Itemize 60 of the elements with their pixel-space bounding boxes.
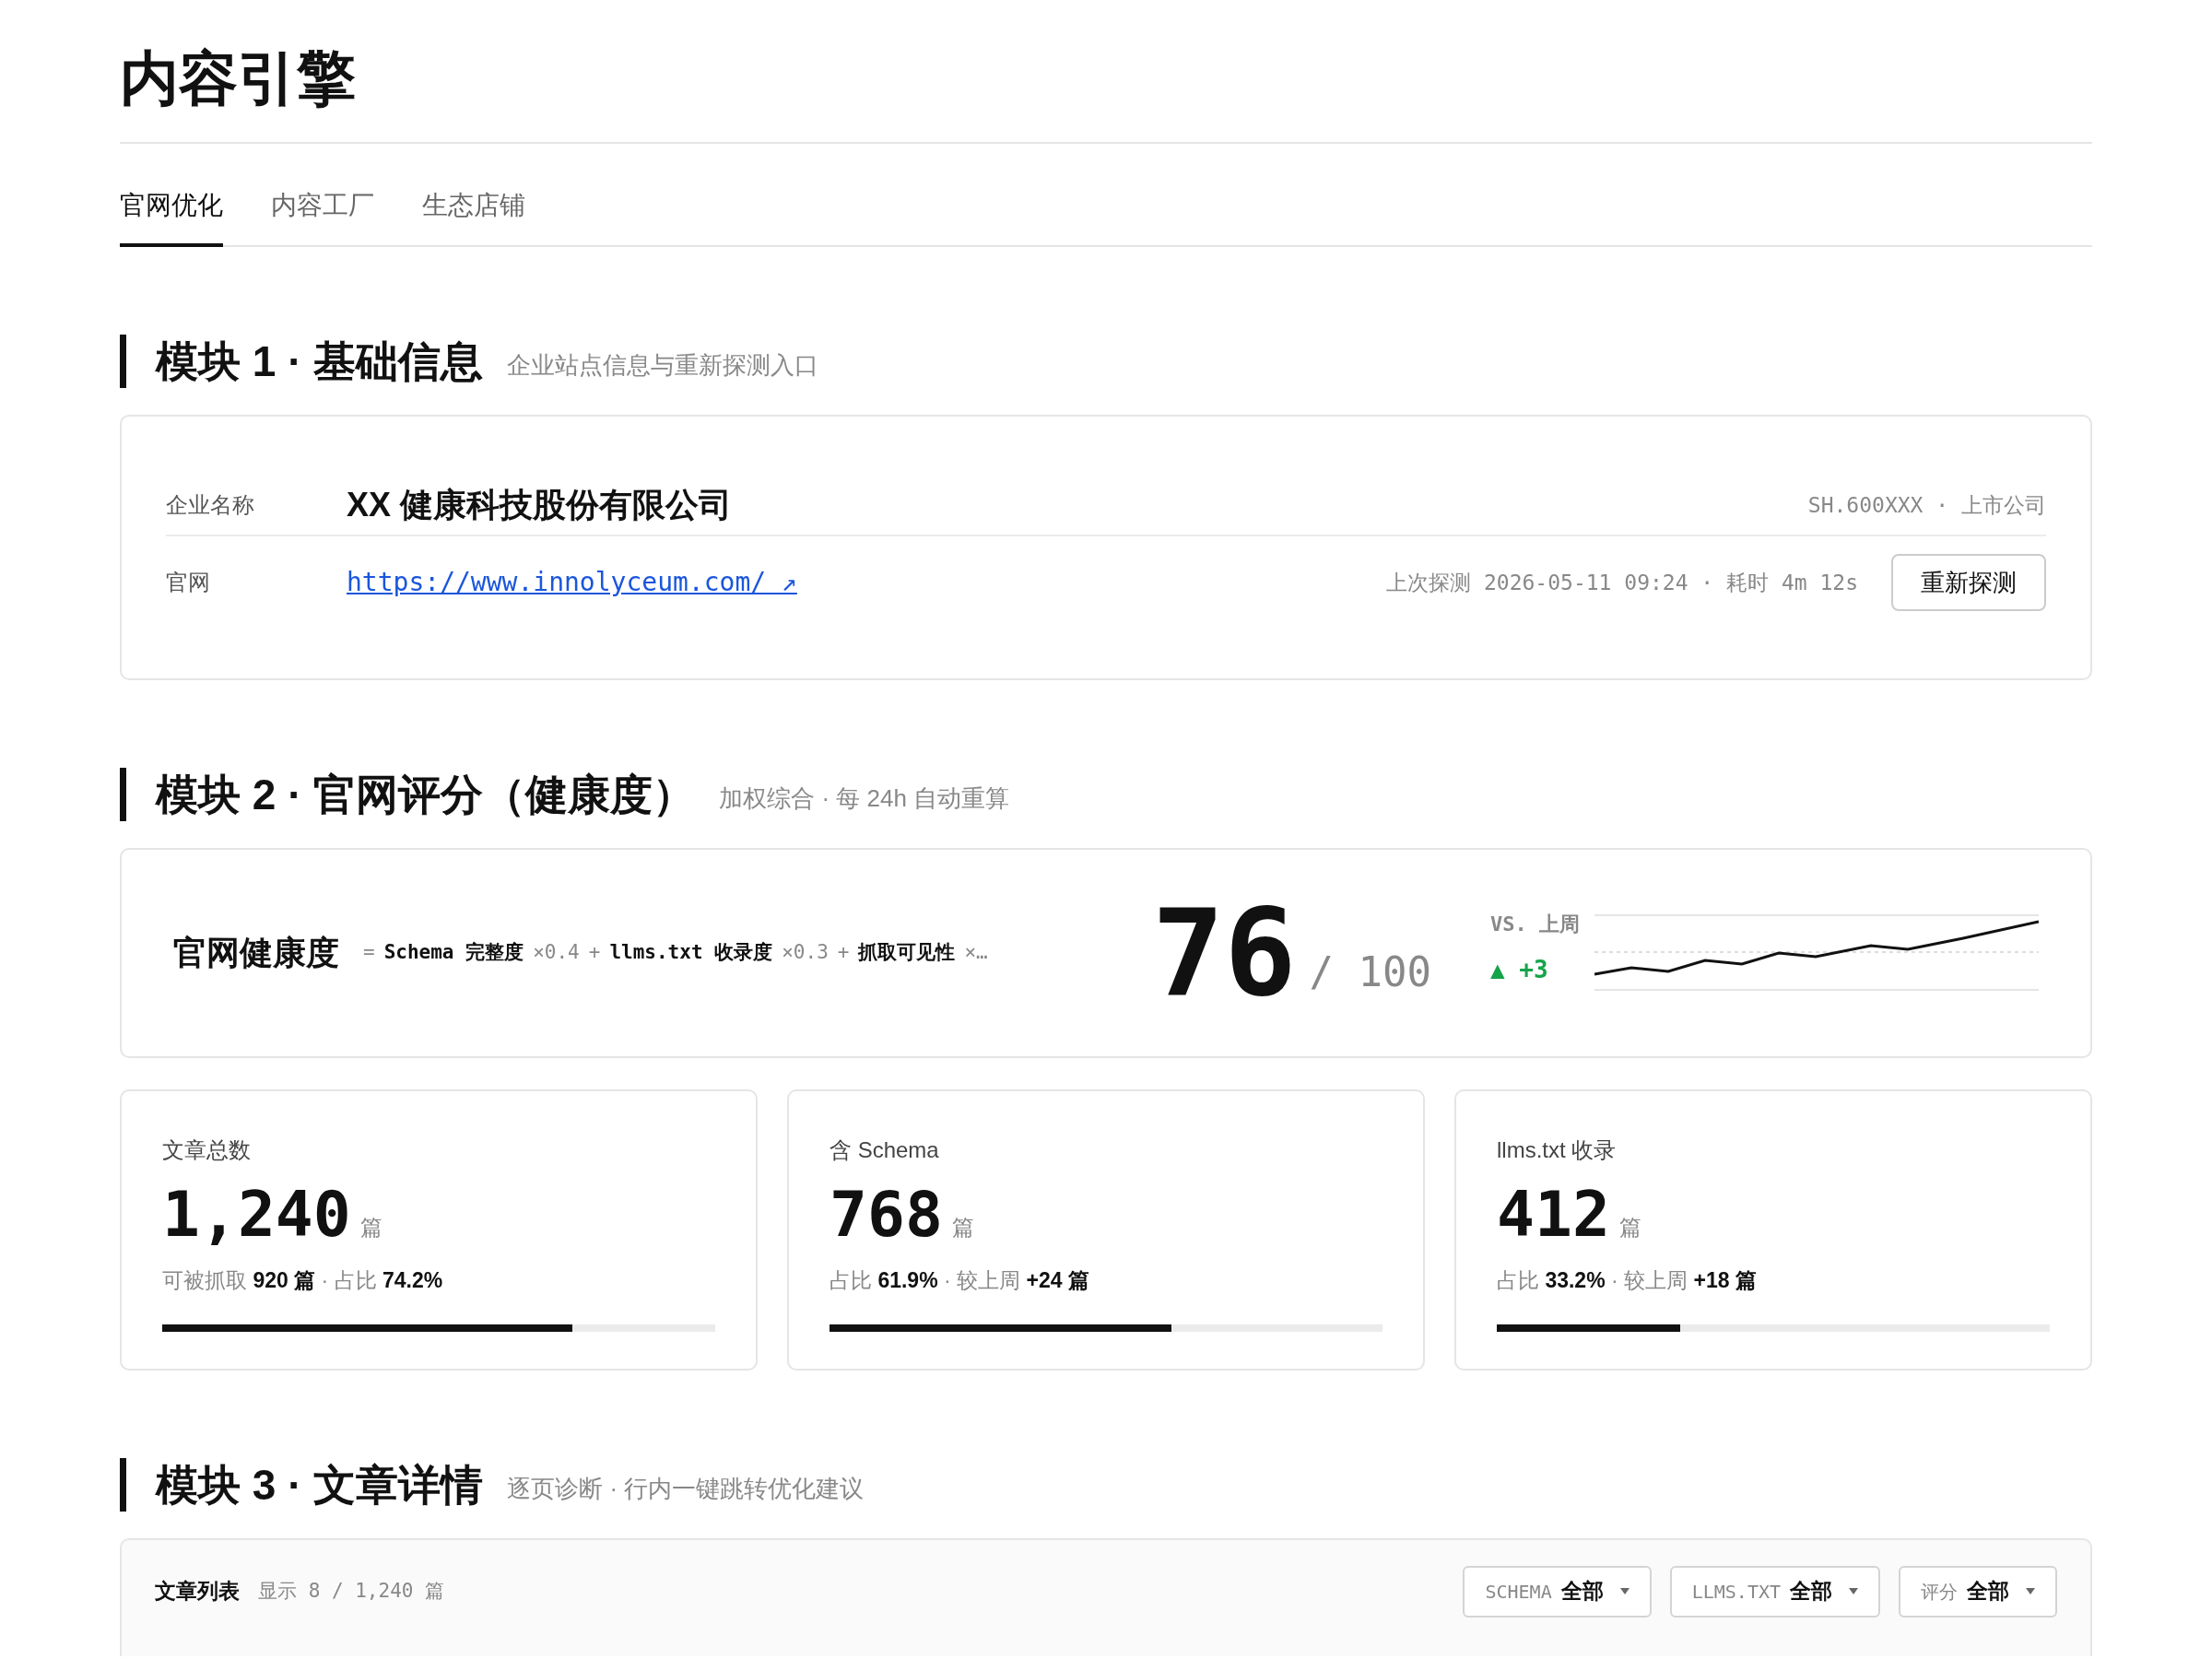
formula-term: 抓取可见性 [858, 940, 956, 966]
formula-weight: ×0.3 [782, 940, 829, 966]
section-subtitle: 加权综合 · 每 24h 自动重算 [719, 783, 1010, 814]
stat-detail: 可被抓取 920 篇 · 占比 74.2% [162, 1267, 444, 1294]
formula-weight: ×0.4 [533, 940, 580, 966]
section-subtitle: 逐页诊断 · 行内一键跳转优化建议 [507, 1473, 865, 1504]
stat-unit: 篇 [1618, 1214, 1641, 1241]
score-value: 76 [1152, 893, 1297, 1013]
company-meta: SH.600XXX · 上市公司 [1807, 491, 2046, 519]
stat-detail: 占比 33.2% · 较上周 +18 篇 [1497, 1267, 1758, 1294]
filter-label: 评分 [1921, 1579, 1958, 1605]
stat-label: 文章总数 [162, 1136, 252, 1164]
reprobe-button[interactable]: 重新探测 [1891, 554, 2046, 611]
stat-unit: 篇 [951, 1214, 974, 1241]
stat-label: llms.txt 收录 [1497, 1136, 1618, 1164]
stat-detail: 占比 61.9% · 较上周 +24 篇 [830, 1267, 1090, 1294]
caret-icon [1619, 1588, 1630, 1594]
section-heading: 模块 1 · 基础信息 [156, 336, 484, 387]
formula-operator: = [363, 940, 375, 966]
score-label: 官网健康度 [173, 933, 339, 973]
tab[interactable]: 内容工厂 [271, 186, 374, 247]
website-link[interactable]: https://www.innolyceum.com/ ↗ [347, 563, 797, 602]
stat-label: 含 Schema [830, 1136, 940, 1164]
heading-bar [120, 335, 126, 388]
field-label: 企业名称 [166, 491, 255, 519]
stat-value: 768 [830, 1182, 943, 1248]
formula-term: Schema 完整度 [383, 940, 524, 966]
filter-value: 全部 [1967, 1578, 2009, 1606]
company-name: XX 健康科技股份有限公司 [347, 485, 733, 525]
filter-dropdown[interactable]: 评分 全部 [1899, 1565, 2057, 1618]
score-max: / 100 [1309, 947, 1431, 997]
filter-label: LLMS.TXT [1691, 1579, 1781, 1605]
tab[interactable]: 生态店铺 [422, 186, 525, 247]
caret-icon [2026, 1588, 2035, 1594]
heading-bar [120, 1457, 126, 1512]
score-delta: ▲ +3 [1490, 955, 1549, 985]
list-count: 显示 8 / 1,240 篇 [258, 1578, 445, 1604]
filter-value: 全部 [1790, 1578, 1832, 1606]
caret-icon [1849, 1588, 1858, 1594]
stat-value: 1,240 [162, 1182, 351, 1248]
filter-label: SCHEMA [1485, 1579, 1552, 1605]
list-title: 文章列表 [155, 1578, 240, 1606]
heading-bar [120, 768, 126, 821]
filter-value: 全部 [1560, 1578, 1604, 1606]
formula-weight: ×… [964, 940, 988, 966]
compare-label: VS. 上周 [1490, 912, 1580, 937]
stat-value: 412 [1497, 1182, 1610, 1248]
probe-info: 上次探测 2026-05-11 09:24 · 耗时 4m 12s [1386, 569, 1858, 596]
page-title: 内容引擎 [120, 37, 2092, 144]
formula-operator: + [588, 940, 601, 966]
field-label: 官网 [166, 569, 211, 596]
section-heading: 模块 3 · 文章详情 [156, 1459, 484, 1511]
filter-dropdown[interactable]: LLMS.TXT 全部 [1669, 1565, 1880, 1618]
filter-dropdown[interactable]: SCHEMA 全部 [1463, 1565, 1652, 1618]
formula-term: llms.txt 收录度 [609, 940, 773, 966]
stat-unit: 篇 [359, 1214, 382, 1241]
formula-operator: + [837, 940, 850, 966]
section-subtitle: 企业站点信息与重新探测入口 [507, 350, 819, 381]
tab[interactable]: 官网优化 [120, 186, 223, 247]
section-heading: 模块 2 · 官网评分（健康度） [156, 770, 696, 820]
